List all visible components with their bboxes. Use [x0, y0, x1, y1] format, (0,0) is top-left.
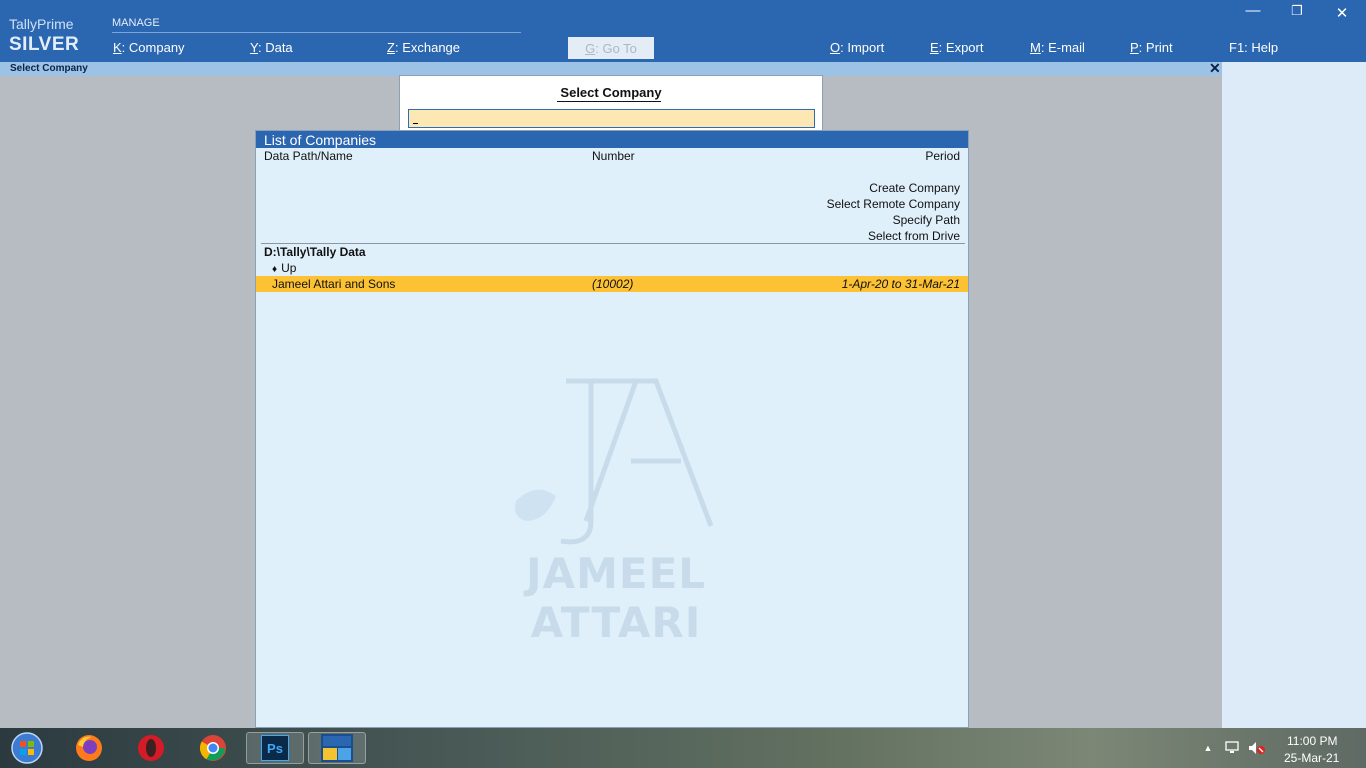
column-name-header: Data Path/Name — [264, 149, 353, 163]
show-hidden-icons[interactable]: ▲ — [1200, 732, 1216, 764]
select-remote-company-option[interactable]: Select Remote Company — [827, 197, 960, 211]
right-button-panel — [1222, 62, 1366, 728]
opera-icon[interactable] — [134, 732, 168, 764]
photoshop-label: Ps — [261, 735, 289, 761]
manage-section-label: MANAGE — [112, 17, 160, 29]
list-header: List of Companies — [256, 131, 968, 148]
top-menu-bar: TallyPrime SILVER MANAGE K: Company Y: D… — [0, 0, 1366, 62]
title-underline — [557, 101, 661, 102]
menu-import[interactable]: O: Import — [830, 40, 884, 55]
menu-export[interactable]: E: Export — [930, 40, 983, 55]
company-name: Jameel Attari and Sons — [272, 277, 396, 291]
brand-edition: SILVER — [9, 34, 80, 55]
select-from-drive-option[interactable]: Select from Drive — [868, 229, 960, 243]
column-period-header: Period — [925, 149, 960, 163]
company-period: 1-Apr-20 to 31-Mar-21 — [841, 277, 960, 291]
clock-date[interactable]: 25-Mar-21 — [1284, 751, 1339, 765]
column-number-header: Number — [592, 149, 635, 163]
menu-print[interactable]: P: Print — [1130, 40, 1173, 55]
tally-icon[interactable] — [308, 732, 366, 764]
company-list-panel: List of Companies Data Path/Name Number … — [255, 130, 969, 728]
chrome-icon[interactable] — [196, 732, 230, 764]
up-folder-option[interactable]: ♦ Up — [272, 261, 296, 275]
data-path-label: D:\Tally\Tally Data — [264, 245, 366, 259]
column-headers: Data Path/Name Number Period — [256, 148, 968, 165]
start-orb-icon[interactable] — [8, 732, 46, 764]
close-window-icon[interactable]: ✕ — [1332, 4, 1352, 22]
screen-title: Select Company — [10, 63, 88, 74]
company-number: (10002) — [592, 277, 634, 291]
brand-product-name: TallyPrime — [9, 16, 74, 32]
screen-title-strip: Select Company ✕ — [0, 60, 1222, 77]
menu-exchange[interactable]: Z: Exchange — [387, 40, 460, 55]
menu-help[interactable]: F1: Help — [1229, 40, 1278, 55]
create-company-option[interactable]: Create Company — [869, 181, 960, 195]
clock-time[interactable]: 11:00 PM — [1287, 734, 1337, 748]
specify-path-option[interactable]: Specify Path — [893, 213, 960, 227]
company-search-input[interactable] — [408, 109, 815, 128]
menu-company[interactable]: K: Company — [113, 40, 185, 55]
select-company-dialog: Select Company — [399, 75, 823, 135]
close-screen-icon[interactable]: ✕ — [1209, 60, 1221, 77]
text-cursor — [413, 123, 418, 124]
volume-muted-icon[interactable] — [1246, 732, 1268, 764]
menu-data[interactable]: Y: Data — [250, 40, 293, 55]
goto-button[interactable]: G: Go To — [568, 37, 654, 59]
diamond-icon: ♦ — [272, 264, 278, 275]
taskbar: Ps ▲ 11:00 PM 25-Mar-21 — [0, 728, 1366, 768]
manage-divider — [112, 32, 521, 33]
company-row[interactable]: Jameel Attari and Sons (10002) 1-Apr-20 … — [256, 276, 968, 292]
network-icon[interactable] — [1222, 732, 1244, 764]
photoshop-icon[interactable]: Ps — [246, 732, 304, 764]
minimize-icon[interactable]: — — [1243, 2, 1263, 19]
select-company-title: Select Company — [560, 85, 662, 100]
path-divider — [261, 243, 965, 244]
firefox-icon[interactable] — [72, 732, 106, 764]
restore-icon[interactable]: ❐ — [1287, 3, 1307, 19]
watermark-text: JAMEEL ATTARI — [525, 549, 707, 647]
menu-email[interactable]: M: E-mail — [1030, 40, 1085, 55]
